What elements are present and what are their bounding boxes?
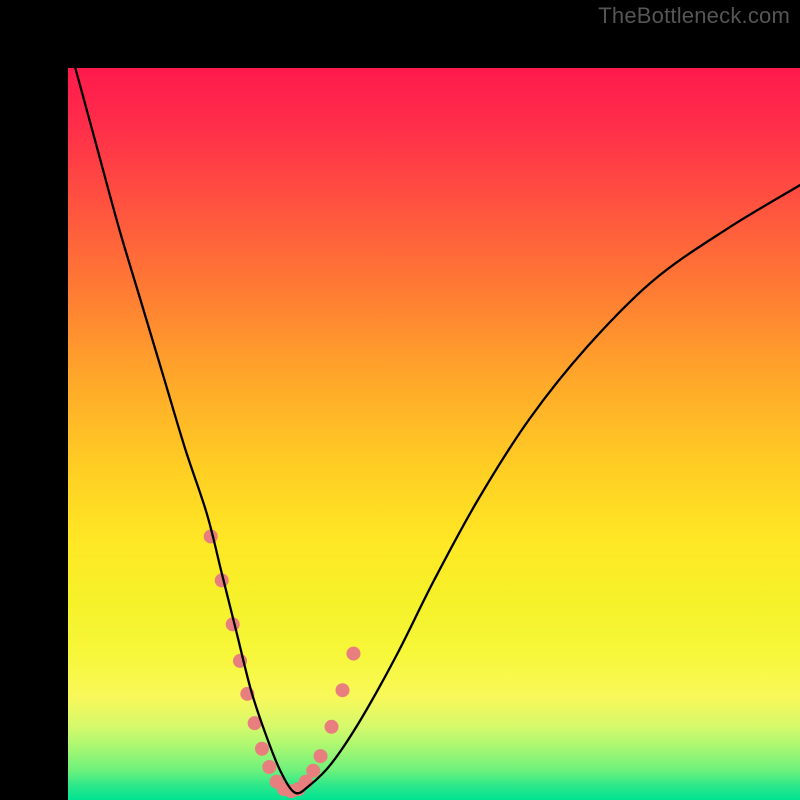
bottleneck-curve-path <box>75 68 800 793</box>
plot-area <box>68 68 800 800</box>
data-marker <box>336 683 350 697</box>
data-marker <box>262 760 276 774</box>
chart-frame <box>0 0 800 800</box>
data-marker <box>306 764 320 778</box>
data-marker <box>346 647 360 661</box>
watermark-text: TheBottleneck.com <box>598 3 790 29</box>
data-marker <box>314 749 328 763</box>
data-marker <box>325 720 339 734</box>
chart-svg <box>68 68 800 800</box>
data-marker <box>255 742 269 756</box>
